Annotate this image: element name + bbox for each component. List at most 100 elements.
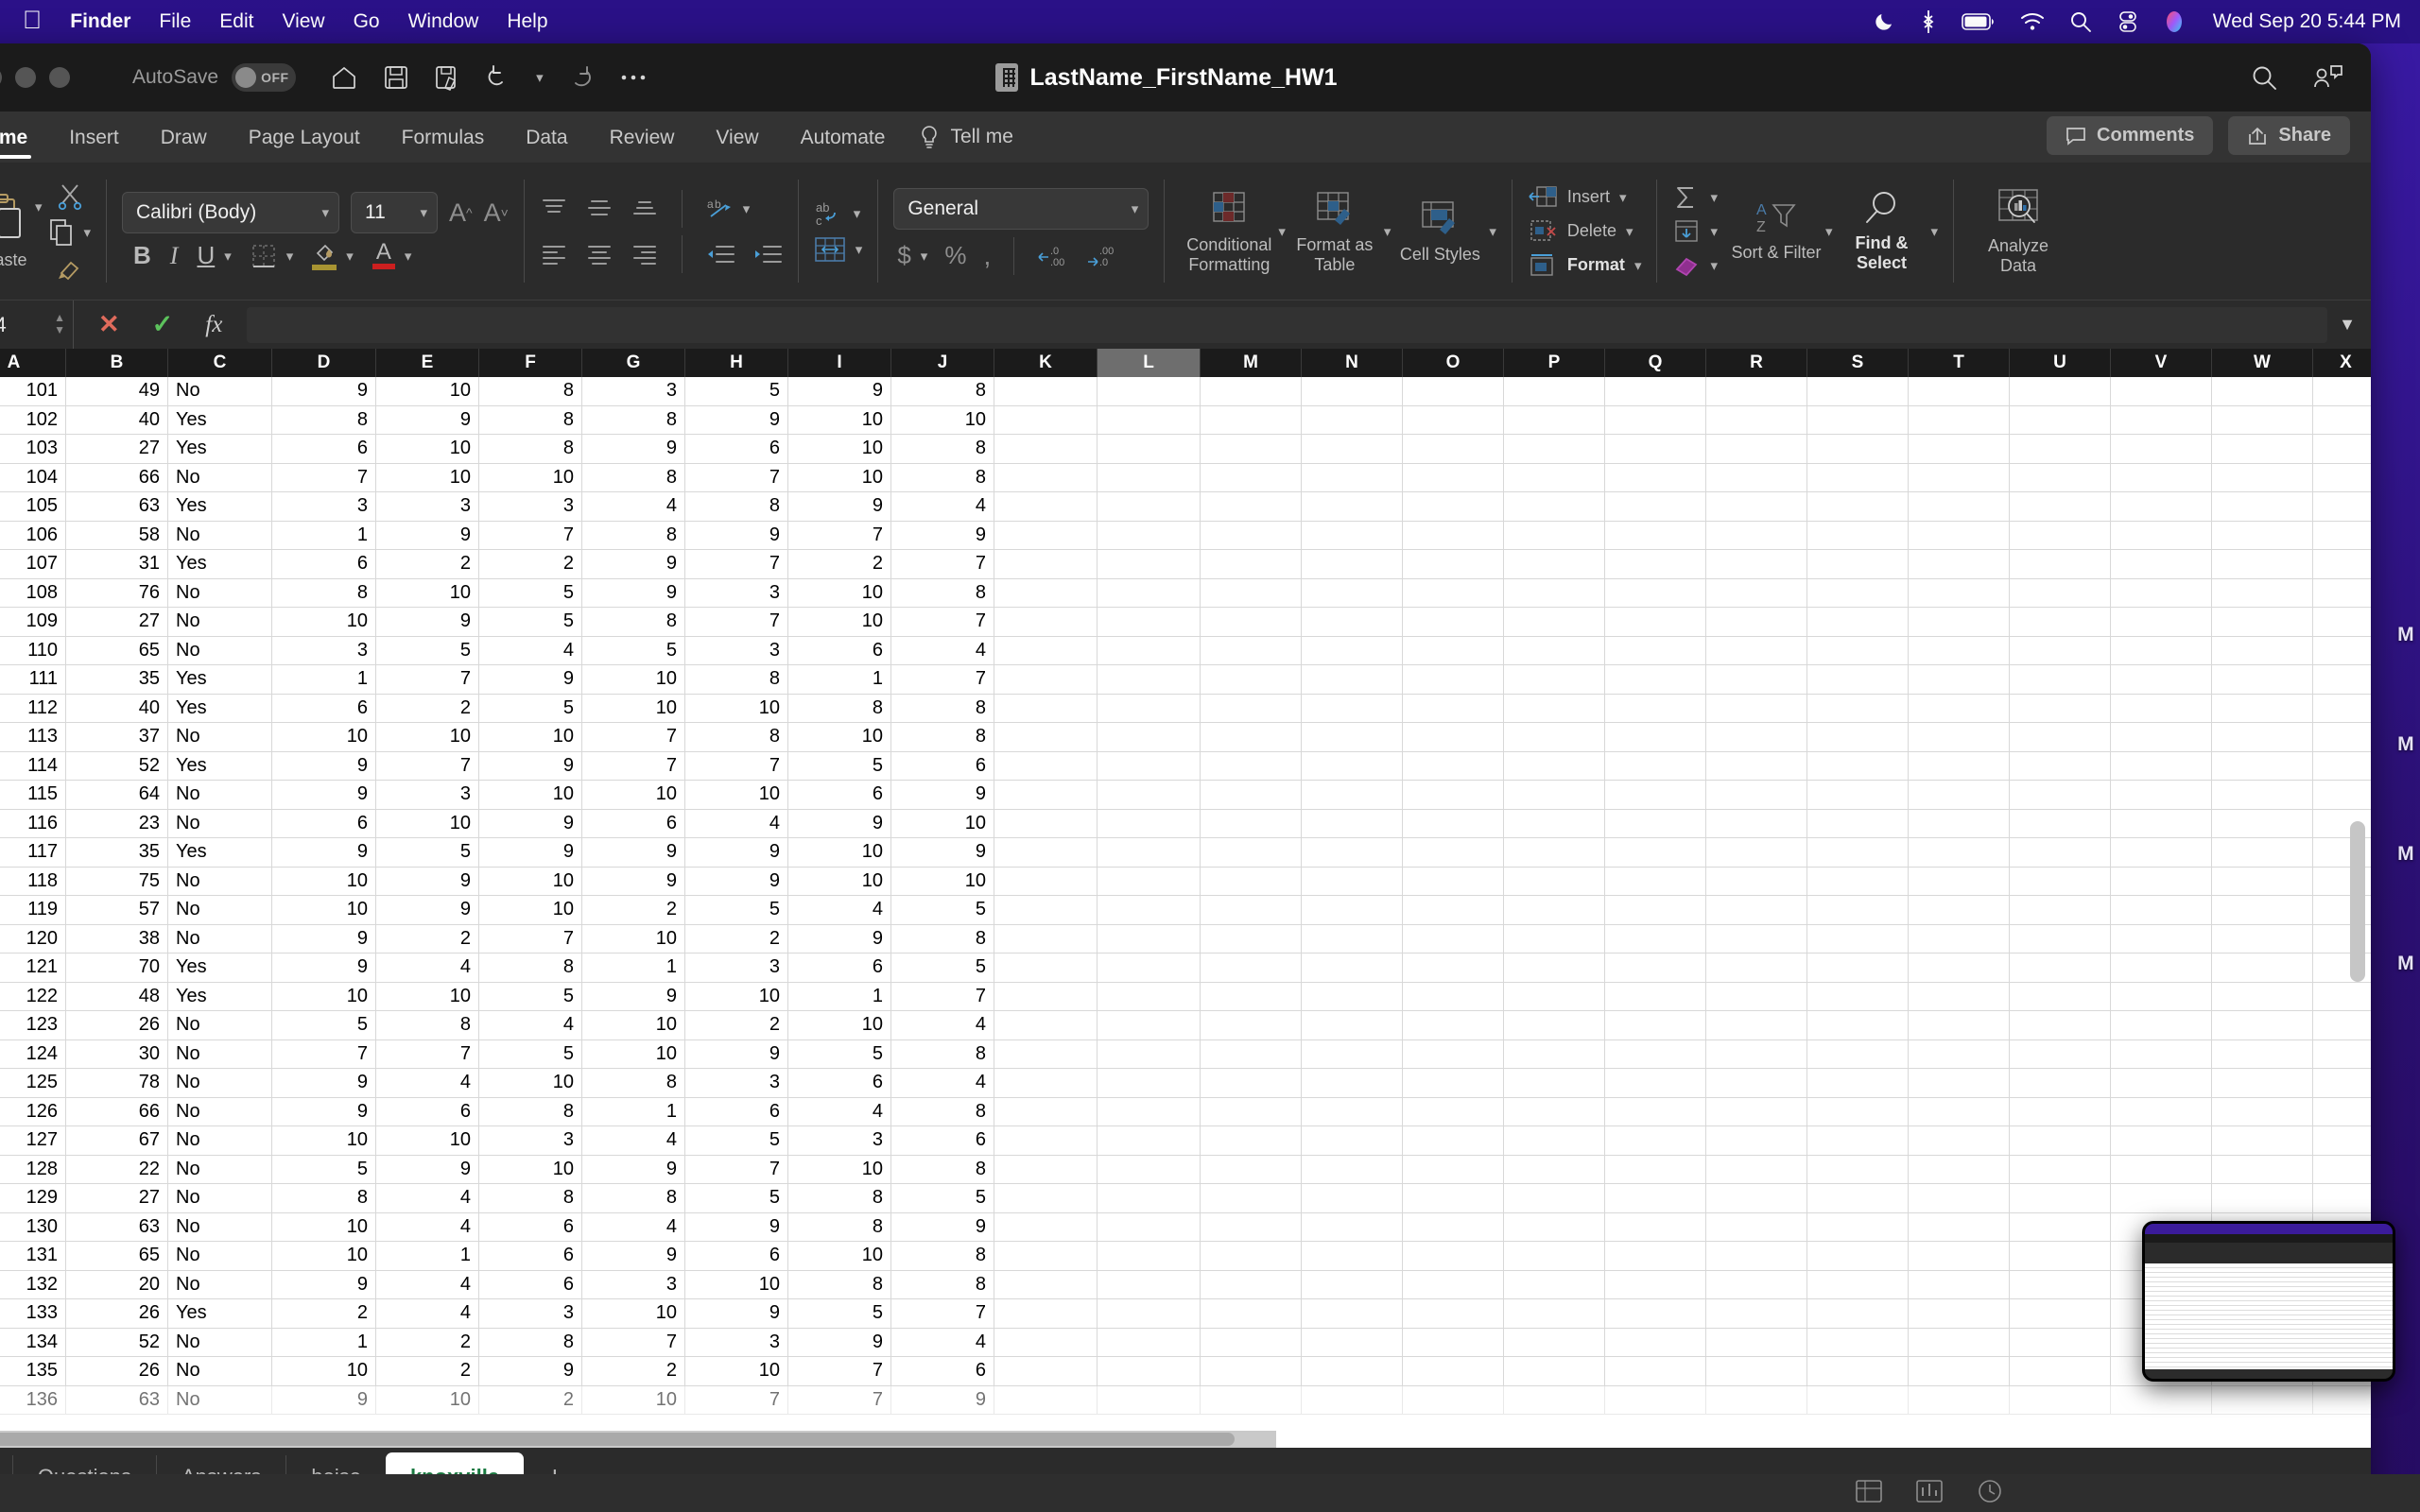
cell-S134[interactable] [1807,1328,1909,1356]
cell-S128[interactable] [1807,1155,1909,1183]
cell-S115[interactable] [1807,781,1909,809]
tab-review[interactable]: Review [589,127,696,163]
cell-P128[interactable] [1504,1155,1605,1183]
cell-L127[interactable] [1098,1126,1201,1155]
cell-N123[interactable] [1302,1011,1403,1040]
cell-T131[interactable] [1909,1242,2010,1270]
cell-K104[interactable] [994,463,1098,491]
merge-cells-dropdown-icon[interactable]: ▾ [856,241,863,258]
cell-C114[interactable]: Yes [168,751,272,780]
cell-E134[interactable]: 2 [376,1328,479,1356]
cell-B104[interactable]: 66 [66,463,168,491]
cell-F133[interactable]: 3 [479,1299,582,1328]
cell-T118[interactable] [1909,867,2010,895]
cell-R107[interactable] [1706,550,1807,578]
cell-K107[interactable] [994,550,1098,578]
cell-T102[interactable] [1909,405,2010,434]
cell-V127[interactable] [2111,1126,2212,1155]
cell-G103[interactable]: 9 [582,435,685,463]
cell-O133[interactable] [1403,1299,1504,1328]
cell-K117[interactable] [994,838,1098,867]
maximize-window-button[interactable] [49,67,70,88]
cell-K135[interactable] [994,1357,1098,1385]
cell-I119[interactable]: 4 [788,896,891,924]
cell-W113[interactable] [2212,723,2313,751]
cell-L122[interactable] [1098,982,1201,1010]
cell-Q122[interactable] [1605,982,1706,1010]
cell-E130[interactable]: 4 [376,1212,479,1241]
cell-M129[interactable] [1201,1184,1302,1212]
cell-B126[interactable]: 66 [66,1097,168,1125]
cell-V119[interactable] [2111,896,2212,924]
cell-R103[interactable] [1706,435,1807,463]
cell-K114[interactable] [994,751,1098,780]
cell-X126[interactable] [2313,1098,2371,1126]
cell-Q117[interactable] [1605,838,1706,867]
cell-U131[interactable] [2010,1242,2111,1270]
cell-G133[interactable]: 10 [582,1299,685,1328]
cell-F129[interactable]: 8 [479,1184,582,1212]
cell-M119[interactable] [1201,896,1302,924]
cell-C104[interactable]: No [168,463,272,491]
cell-L130[interactable] [1098,1212,1201,1241]
autosave-control[interactable]: AutoSave OFF [132,63,297,92]
cell-X115[interactable] [2313,781,2371,809]
column-header-s[interactable]: S [1807,349,1909,377]
cell-W121[interactable] [2212,954,2313,982]
cell-G117[interactable]: 9 [582,838,685,867]
bold-button[interactable]: B [133,241,151,270]
cell-D130[interactable]: 10 [272,1212,376,1241]
format-as-table-button[interactable]: Format as Table [1286,188,1384,274]
cell-U133[interactable] [2010,1299,2111,1328]
battery-icon[interactable] [1961,13,1996,30]
cell-F128[interactable]: 10 [479,1155,582,1183]
cell-P111[interactable] [1504,665,1605,694]
cell-G126[interactable]: 1 [582,1097,685,1125]
cell-R125[interactable] [1706,1069,1807,1097]
cell-G102[interactable]: 8 [582,405,685,434]
cell-P133[interactable] [1504,1299,1605,1328]
cell-O117[interactable] [1403,838,1504,867]
cell-F116[interactable]: 9 [479,809,582,837]
cell-K109[interactable] [994,608,1098,636]
cell-A128[interactable]: 128 [0,1155,66,1183]
cell-D111[interactable]: 1 [272,665,376,694]
cell-R106[interactable] [1706,521,1807,549]
cell-U115[interactable] [2010,781,2111,809]
cell-E113[interactable]: 10 [376,723,479,751]
cell-N105[interactable] [1302,492,1403,521]
apple-logo-icon[interactable]:  [23,8,42,33]
cell-H109[interactable]: 7 [685,608,788,636]
cell-M105[interactable] [1201,492,1302,521]
cell-T116[interactable] [1909,809,2010,837]
cell-O127[interactable] [1403,1126,1504,1155]
cell-O123[interactable] [1403,1011,1504,1040]
cell-P108[interactable] [1504,578,1605,607]
cell-M101[interactable] [1201,377,1302,405]
cell-K106[interactable] [994,521,1098,549]
cell-T125[interactable] [1909,1069,2010,1097]
cell-A130[interactable]: 130 [0,1212,66,1241]
cancel-x-icon[interactable]: ✕ [98,310,120,339]
column-header-j[interactable]: J [891,349,994,377]
cell-I111[interactable]: 1 [788,665,891,694]
cell-T126[interactable] [1909,1097,2010,1125]
cell-P109[interactable] [1504,608,1605,636]
cell-J117[interactable]: 9 [891,838,994,867]
underline-button[interactable]: U ▾ [197,241,231,270]
cell-E117[interactable]: 5 [376,838,479,867]
cell-O104[interactable] [1403,463,1504,491]
cell-P113[interactable] [1504,723,1605,751]
paste-dropdown-icon[interactable]: ▾ [35,198,43,215]
cell-O121[interactable] [1403,954,1504,982]
cell-H105[interactable]: 8 [685,492,788,521]
cell-E101[interactable]: 10 [376,377,479,405]
cell-J110[interactable]: 4 [891,636,994,664]
cell-L132[interactable] [1098,1270,1201,1298]
cell-X109[interactable] [2313,608,2371,636]
analyze-data-button[interactable]: Analyze Data [1969,187,2067,275]
cell-V103[interactable] [2111,435,2212,463]
cell-B121[interactable]: 70 [66,954,168,982]
cell-Q121[interactable] [1605,954,1706,982]
cell-I117[interactable]: 10 [788,838,891,867]
